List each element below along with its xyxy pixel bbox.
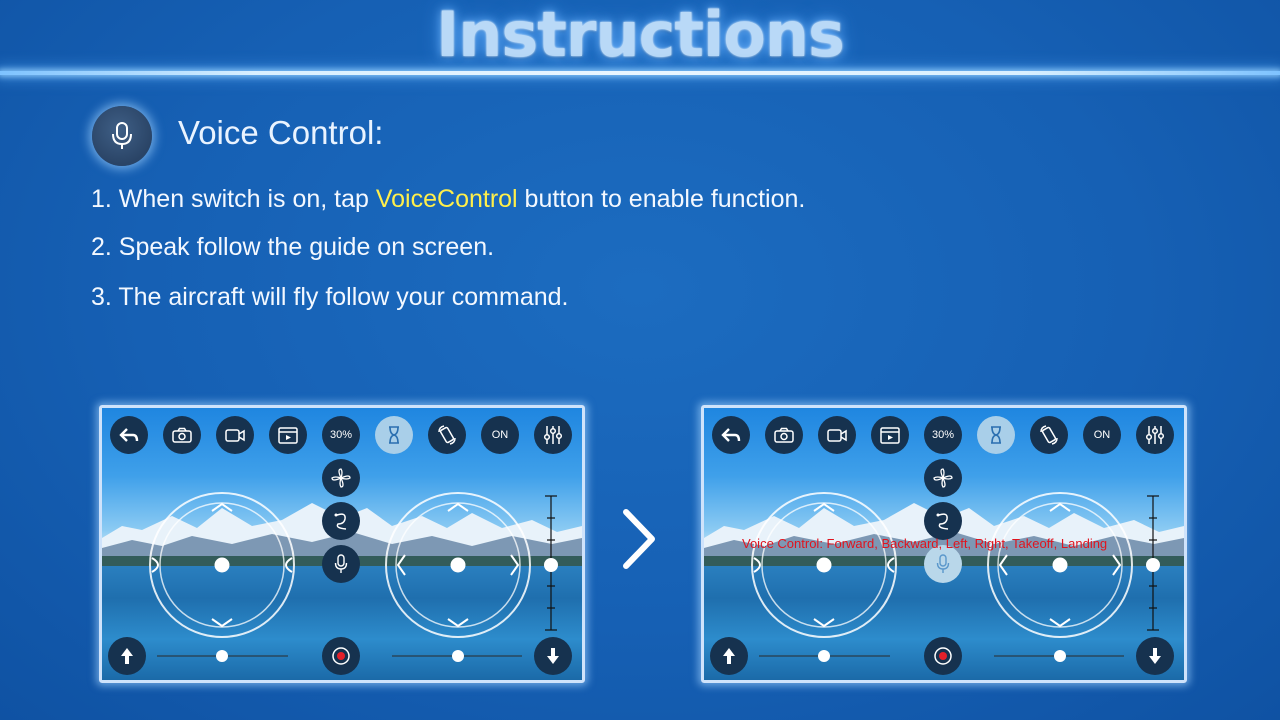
landing-button[interactable] <box>1136 637 1174 675</box>
step-3: 3. The aircraft will fly follow your com… <box>91 283 569 311</box>
step-1: 1. When switch is on, tap VoiceControl b… <box>91 185 805 214</box>
arrow-up-icon <box>121 648 133 664</box>
landing-button[interactable] <box>534 637 572 675</box>
arrow-down-icon <box>547 648 559 664</box>
page-title: Instructions <box>436 0 845 71</box>
record-button[interactable] <box>924 637 962 675</box>
voice-command-hint: Voice Control: Forward, Backward, Left, … <box>742 536 1108 551</box>
arrow-down-icon <box>1149 648 1161 664</box>
left-joystick <box>149 492 295 638</box>
step-1-text-end: button to enable function. <box>517 185 806 213</box>
left-joystick <box>751 492 897 638</box>
title-divider <box>0 71 1280 75</box>
voice-control-badge <box>92 106 152 166</box>
vertical-trim-slider <box>544 495 558 631</box>
takeoff-button[interactable] <box>108 637 146 675</box>
step-1-text: 1. When switch is on, tap <box>91 185 376 213</box>
microphone-icon <box>112 122 132 149</box>
arrow-up-icon <box>723 648 735 664</box>
next-arrow-icon <box>623 509 655 569</box>
step-1-highlight: VoiceControl <box>375 185 518 213</box>
screen-after: 30% ON Voice Control: Forward, Backward,… <box>701 405 1187 683</box>
right-joystick <box>385 492 531 638</box>
record-icon <box>934 647 952 665</box>
screen-before: 30% ON <box>99 405 585 683</box>
takeoff-button[interactable] <box>710 637 748 675</box>
right-joystick <box>987 492 1133 638</box>
section-title: Voice Control: <box>178 114 384 151</box>
vertical-trim-slider <box>1146 495 1160 631</box>
step-2: 2. Speak follow the guide on screen. <box>91 233 495 261</box>
record-icon <box>332 647 350 665</box>
record-button[interactable] <box>322 637 360 675</box>
